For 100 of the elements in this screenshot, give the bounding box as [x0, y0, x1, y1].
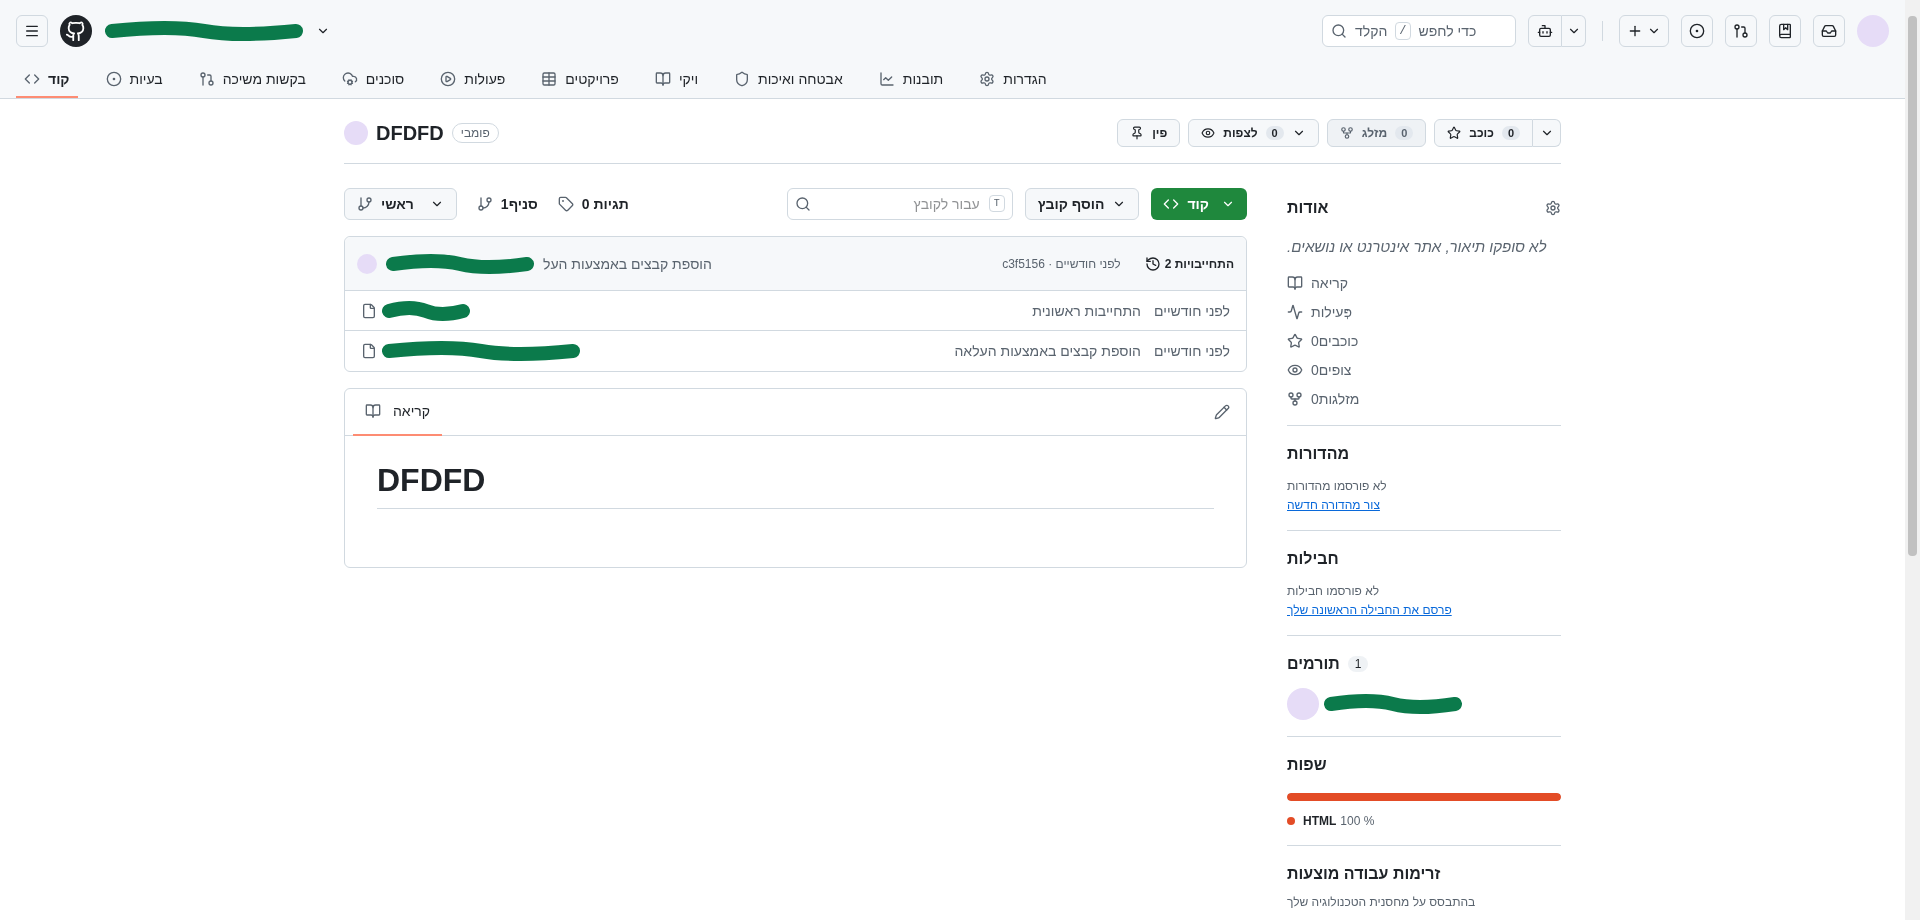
section-title: זרימות עבודה מוצעות — [1287, 864, 1442, 885]
book-icon — [654, 71, 671, 87]
commits-link[interactable]: 2 התחייבויות — [1164, 255, 1234, 272]
inbox-button[interactable] — [1813, 15, 1845, 47]
nav-tab[interactable]: בקשות משיכה — [190, 62, 314, 98]
code-icon — [1163, 196, 1180, 212]
repo-avatar — [344, 121, 368, 145]
file-time: לפני חודשיים — [1153, 342, 1230, 361]
menu-button[interactable] — [16, 15, 48, 47]
section-note: לא פורסמו מהדורות — [1287, 478, 1388, 495]
nav-tab[interactable]: קוד — [16, 62, 78, 98]
circle-dot-icon — [1689, 23, 1705, 39]
github-logo-icon[interactable] — [60, 15, 92, 47]
nav-tab[interactable]: בעיות — [97, 62, 171, 98]
section-title: מהדורות — [1287, 444, 1351, 465]
inbox-icon — [1821, 23, 1837, 39]
book-icon — [1777, 23, 1793, 39]
search-icon — [1331, 23, 1347, 39]
pull-request-icon — [1733, 23, 1749, 39]
readme-tab[interactable]: קריאה — [353, 388, 443, 436]
section-link[interactable]: צור מהדורה חדשה — [1287, 498, 1380, 513]
about-link[interactable]: 0מזלגות — [1311, 389, 1360, 410]
section-note: לא פורסמו חבילות — [1287, 583, 1381, 600]
file-commit-message[interactable]: התחייבות ראשונית — [891, 300, 1141, 321]
star-icon — [1287, 333, 1303, 350]
search-hint: הקלד — [1355, 22, 1388, 41]
section-title: אודות — [1287, 198, 1329, 218]
commit-hash-time: c3f5156 · לפני חודשיים — [1002, 255, 1121, 272]
language-share: 100 % — [1340, 813, 1375, 830]
shortcut-key: T — [988, 195, 1005, 212]
readme-heading: DFDFD — [377, 460, 1214, 509]
file-time: לפני חודשיים — [1153, 301, 1230, 321]
cloud-icon — [341, 71, 358, 87]
book-icon — [365, 403, 381, 419]
section-title: שפות — [1287, 755, 1328, 776]
about-link[interactable]: קריאה — [1311, 273, 1349, 294]
branch-icon — [476, 196, 493, 212]
file-icon — [361, 343, 377, 359]
about-link[interactable]: 0צופים — [1311, 360, 1352, 381]
copilot-button[interactable] — [1528, 15, 1562, 47]
scrollbar-thumb[interactable] — [1908, 16, 1917, 556]
about-link[interactable]: פְּעילות — [1311, 302, 1353, 323]
code-button[interactable]: קוד — [1151, 188, 1247, 220]
nav-tab[interactable]: אבטחה ואיכות — [726, 62, 851, 98]
nav-tab[interactable]: הגדרות — [971, 62, 1055, 98]
add-file-button[interactable]: הוסף קובץ — [1024, 188, 1140, 220]
play-icon — [440, 71, 457, 87]
gear-icon — [979, 71, 996, 87]
edit-icon[interactable] — [1214, 404, 1230, 420]
file-icon — [361, 302, 377, 319]
branch-button[interactable]: ראשי — [344, 188, 457, 220]
tags-link[interactable]: 0 תגיות — [581, 194, 629, 214]
pulse-icon — [1287, 304, 1303, 321]
fork-icon — [1287, 391, 1303, 408]
code-icon — [24, 71, 40, 87]
commit-message[interactable]: הוספת קבצים באמצעות העל — [543, 253, 712, 274]
nav-tab[interactable]: תובנות — [870, 62, 952, 98]
table-icon — [541, 71, 558, 87]
star-menu-button[interactable] — [1533, 119, 1561, 147]
search-icon — [794, 196, 811, 212]
fork-icon — [1339, 126, 1354, 140]
file-commit-message[interactable]: הוספת קבצים באמצעות העלאה — [891, 341, 1141, 361]
shortcut-key: / — [1395, 22, 1411, 40]
search-hint: כדי לחפש — [1418, 22, 1477, 41]
branch-icon — [357, 196, 373, 212]
eye-icon — [1201, 126, 1216, 140]
author-avatar — [357, 253, 377, 274]
nav-tab[interactable]: ויקי — [646, 62, 707, 98]
pull-requests-button[interactable] — [1725, 15, 1757, 47]
issues-button[interactable] — [1681, 15, 1713, 47]
nav-tab[interactable]: סוכנים — [333, 62, 413, 98]
tag-icon — [557, 196, 574, 212]
chart-icon — [878, 71, 895, 87]
plus-icon — [1627, 23, 1643, 39]
pull-request-icon — [198, 71, 215, 87]
create-button[interactable] — [1619, 15, 1669, 47]
branches-link[interactable]: 1סניף — [500, 194, 538, 214]
nav-tab[interactable]: פרויקטים — [533, 62, 627, 98]
search-field[interactable]: הקלד / כדי לחפש — [1322, 15, 1516, 47]
section-link[interactable]: פרסם את החבילה הראשונה שלך — [1287, 603, 1452, 618]
about-link[interactable]: 0כוכבים — [1311, 331, 1359, 352]
menu-icon — [24, 23, 40, 39]
count-label: 1 — [1347, 656, 1369, 673]
shield-icon — [734, 71, 751, 87]
repositories-button[interactable] — [1769, 15, 1801, 47]
nav-tab[interactable]: פעולות — [432, 62, 514, 98]
about-description: לא סופקו תיאור, אתר אינטרנט או נושאים. — [1287, 237, 1548, 257]
repo-title[interactable]: DFDFD — [376, 119, 444, 147]
book-icon — [1287, 275, 1303, 292]
gear-icon[interactable] — [1545, 200, 1561, 216]
pin-icon — [1130, 126, 1145, 140]
language-name[interactable]: HTML — [1303, 813, 1337, 830]
pin-button[interactable]: פין — [1117, 119, 1181, 147]
star-icon — [1447, 126, 1462, 140]
section-title: תורמים — [1287, 654, 1340, 675]
circle-dot-icon — [105, 71, 122, 87]
robot-icon — [1537, 23, 1553, 39]
history-icon — [1144, 255, 1161, 272]
section-title: חבילות — [1287, 549, 1340, 570]
section-note: בהתבסס על מחסנית הטכנולוגיה שלך — [1287, 894, 1477, 911]
